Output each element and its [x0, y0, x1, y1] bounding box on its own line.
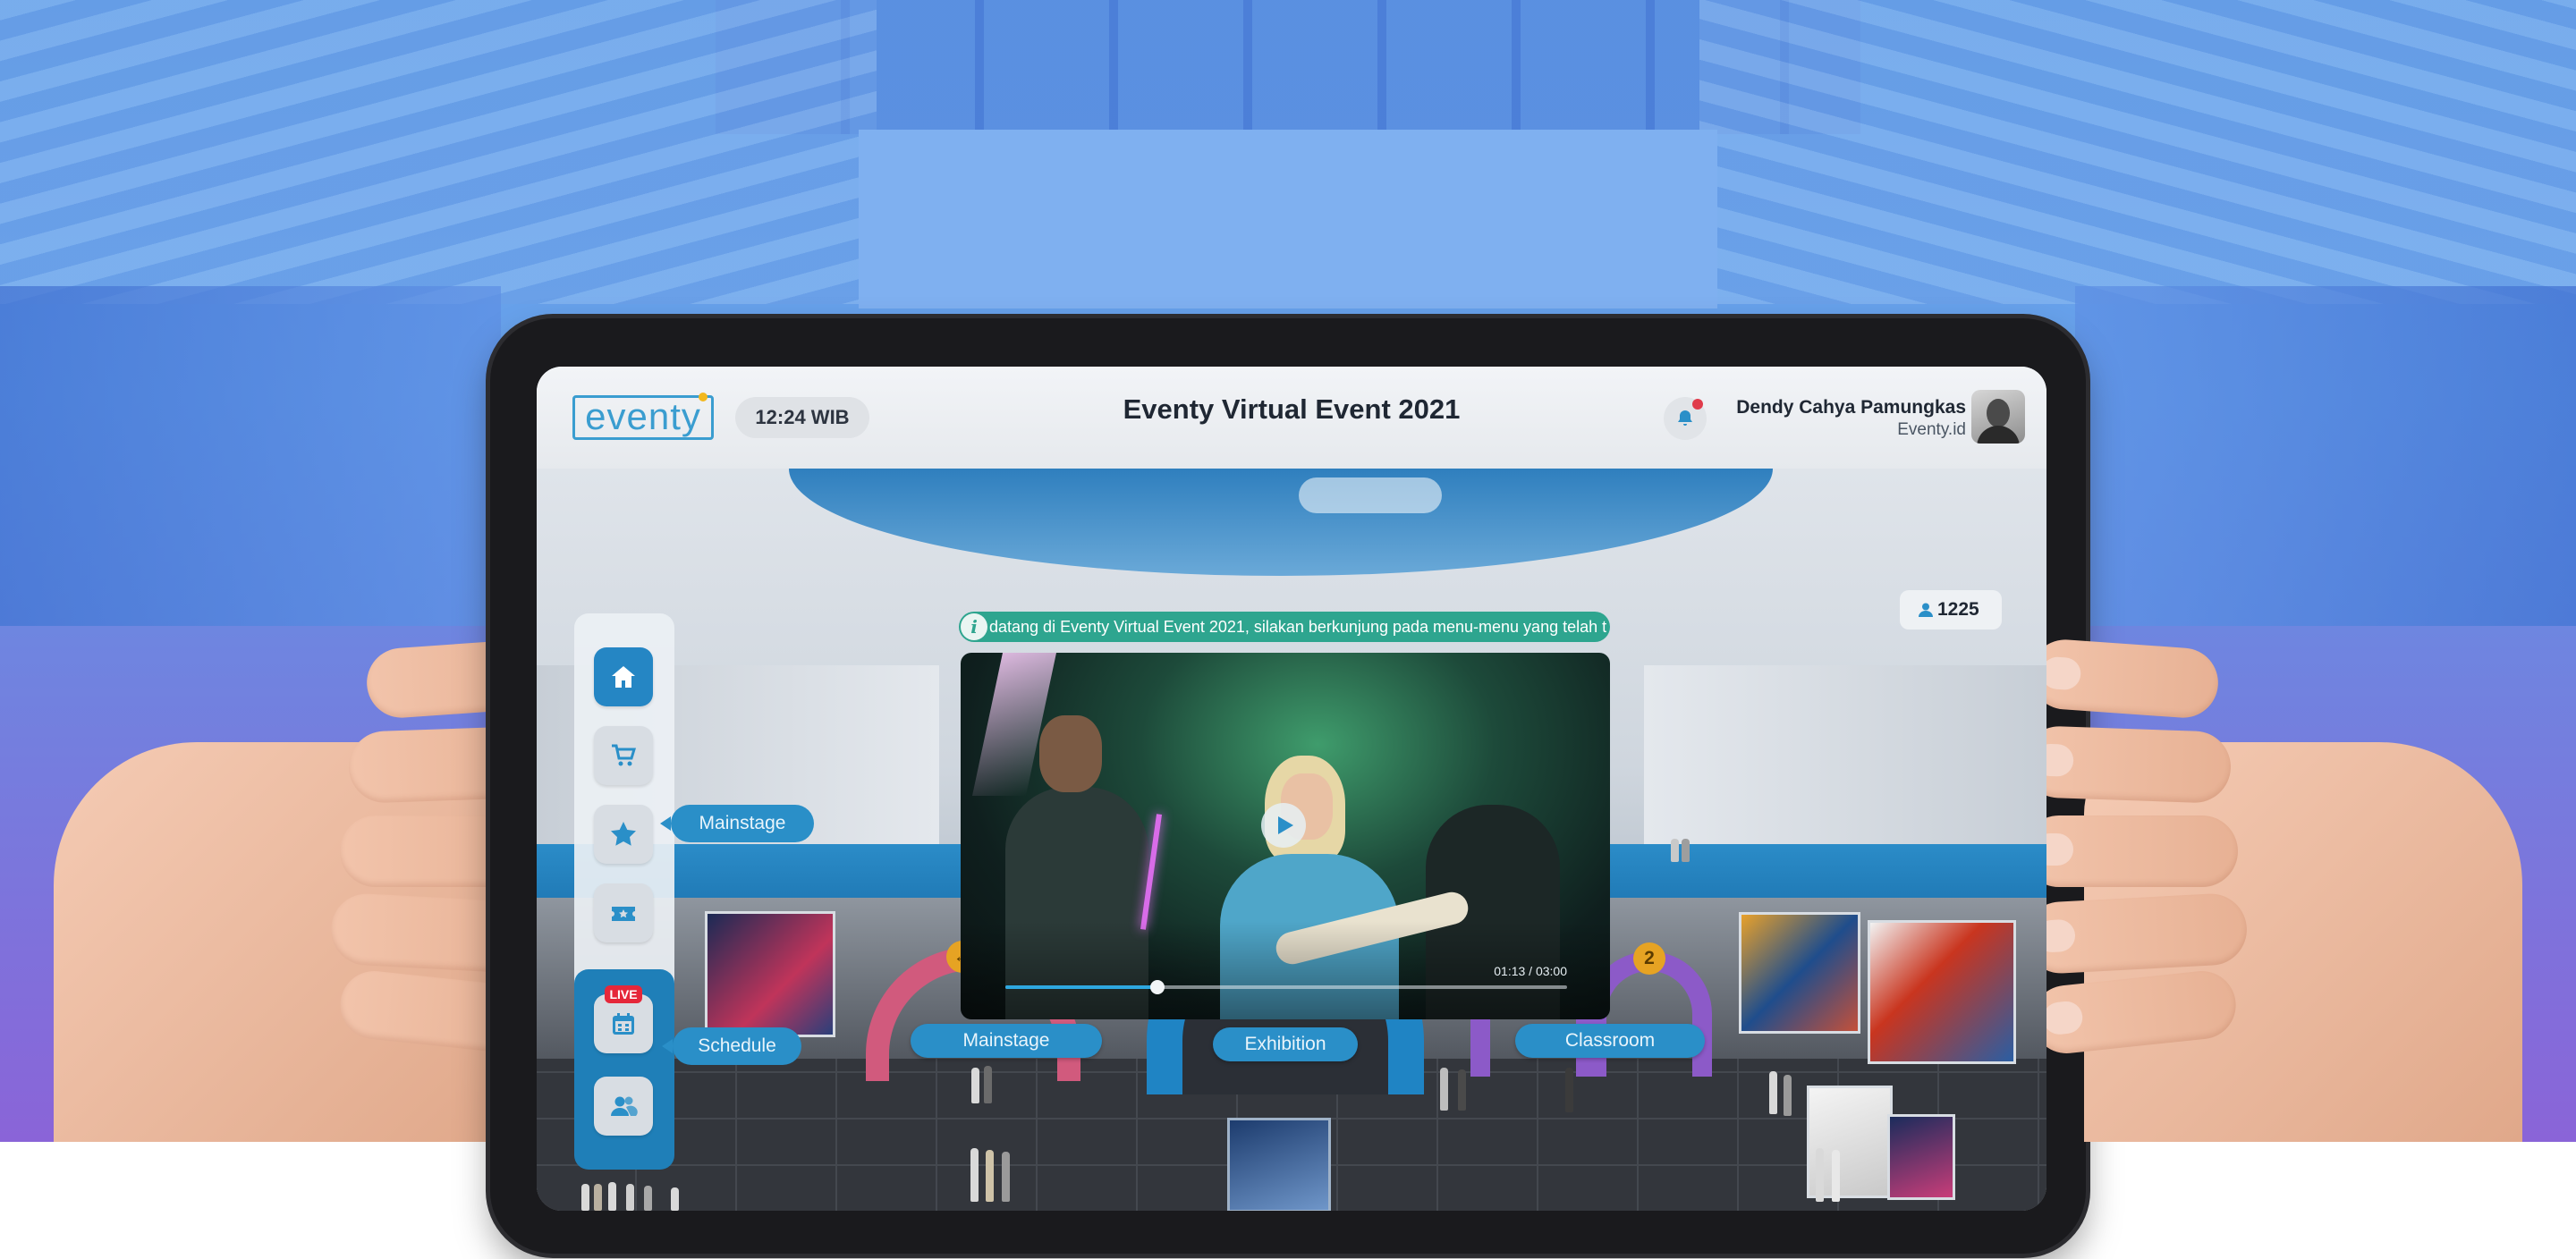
ceiling-skylight — [716, 0, 1860, 134]
home-icon — [612, 666, 635, 688]
home-button[interactable] — [594, 647, 653, 706]
info-icon: i — [961, 613, 987, 640]
cart-icon — [612, 744, 637, 766]
venue-skylight — [789, 469, 1773, 576]
video-seek-handle[interactable] — [1149, 980, 1165, 994]
star-icon — [611, 822, 636, 846]
play-button[interactable] — [1261, 803, 1306, 848]
exhibit-banner[interactable] — [1887, 1114, 1955, 1200]
schedule-button[interactable]: LIVE — [594, 985, 653, 1053]
ticket-icon — [612, 907, 635, 921]
video-progress-bar[interactable] — [1005, 980, 1567, 994]
venue-wall-right — [1644, 665, 2046, 862]
hall-back-wall — [859, 130, 1717, 308]
virtual-venue: ← 1 2 Mainstage Exhibition Classroom — [537, 469, 2046, 1211]
top-bar: eventy 12:24 WIB Eventy Virtual Event 20… — [537, 367, 2046, 470]
exhibit-poster[interactable] — [705, 911, 835, 1037]
exhibition-area-label[interactable]: Exhibition — [1213, 1027, 1358, 1061]
live-badge: LIVE — [605, 985, 642, 1003]
bell-icon — [1678, 410, 1692, 426]
ceiling-right — [1699, 0, 2576, 304]
avatar[interactable] — [1971, 390, 2025, 444]
visitor-count: 1225 — [1937, 599, 1979, 620]
side-menu-secondary: LIVE — [574, 969, 674, 1170]
schedule-tooltip: Schedule — [662, 1027, 801, 1065]
video-progress-fill — [1005, 985, 1157, 989]
tablet-screen: eventy 12:24 WIB Eventy Virtual Event 20… — [537, 367, 2046, 1211]
notification-button[interactable] — [1664, 397, 1707, 440]
exhibit-poster[interactable] — [1868, 920, 2016, 1064]
visitor-counter: 1225 — [1900, 590, 2002, 630]
exhibit-poster[interactable] — [1739, 912, 1860, 1034]
shop-button[interactable] — [594, 726, 653, 785]
user-icon — [1919, 603, 1933, 617]
info-kiosk[interactable] — [1227, 1118, 1331, 1211]
classroom-2-badge: 2 — [1633, 942, 1665, 975]
users-icon — [611, 1096, 638, 1116]
play-icon — [1278, 816, 1293, 834]
networking-button[interactable] — [594, 1077, 653, 1136]
mainstage-tooltip: Mainstage — [660, 805, 814, 842]
side-menu — [574, 613, 674, 1002]
hall-wall-left — [0, 286, 501, 626]
ticker-text: datang di Eventy Virtual Event 2021, sil… — [989, 618, 1607, 636]
ceiling-left — [0, 0, 877, 304]
mainstage-area-label[interactable]: Mainstage — [911, 1024, 1102, 1058]
video-timecode: 01:13 / 03:00 — [1494, 964, 1567, 978]
user-organization: Eventy.id — [1897, 420, 1966, 439]
announcement-ticker: i datang di Eventy Virtual Event 2021, s… — [959, 612, 1610, 642]
ticket-button[interactable] — [594, 883, 653, 942]
user-name: Dendy Cahya Pamungkas — [1736, 397, 1966, 418]
hall-wall-right — [2075, 286, 2576, 626]
notification-badge — [1692, 399, 1703, 410]
mainstage-video-player[interactable]: 01:13 / 03:00 — [961, 653, 1610, 1019]
calendar-icon — [613, 1013, 634, 1035]
classroom-area-label[interactable]: Classroom — [1515, 1024, 1705, 1058]
mainstage-button[interactable] — [594, 805, 653, 864]
